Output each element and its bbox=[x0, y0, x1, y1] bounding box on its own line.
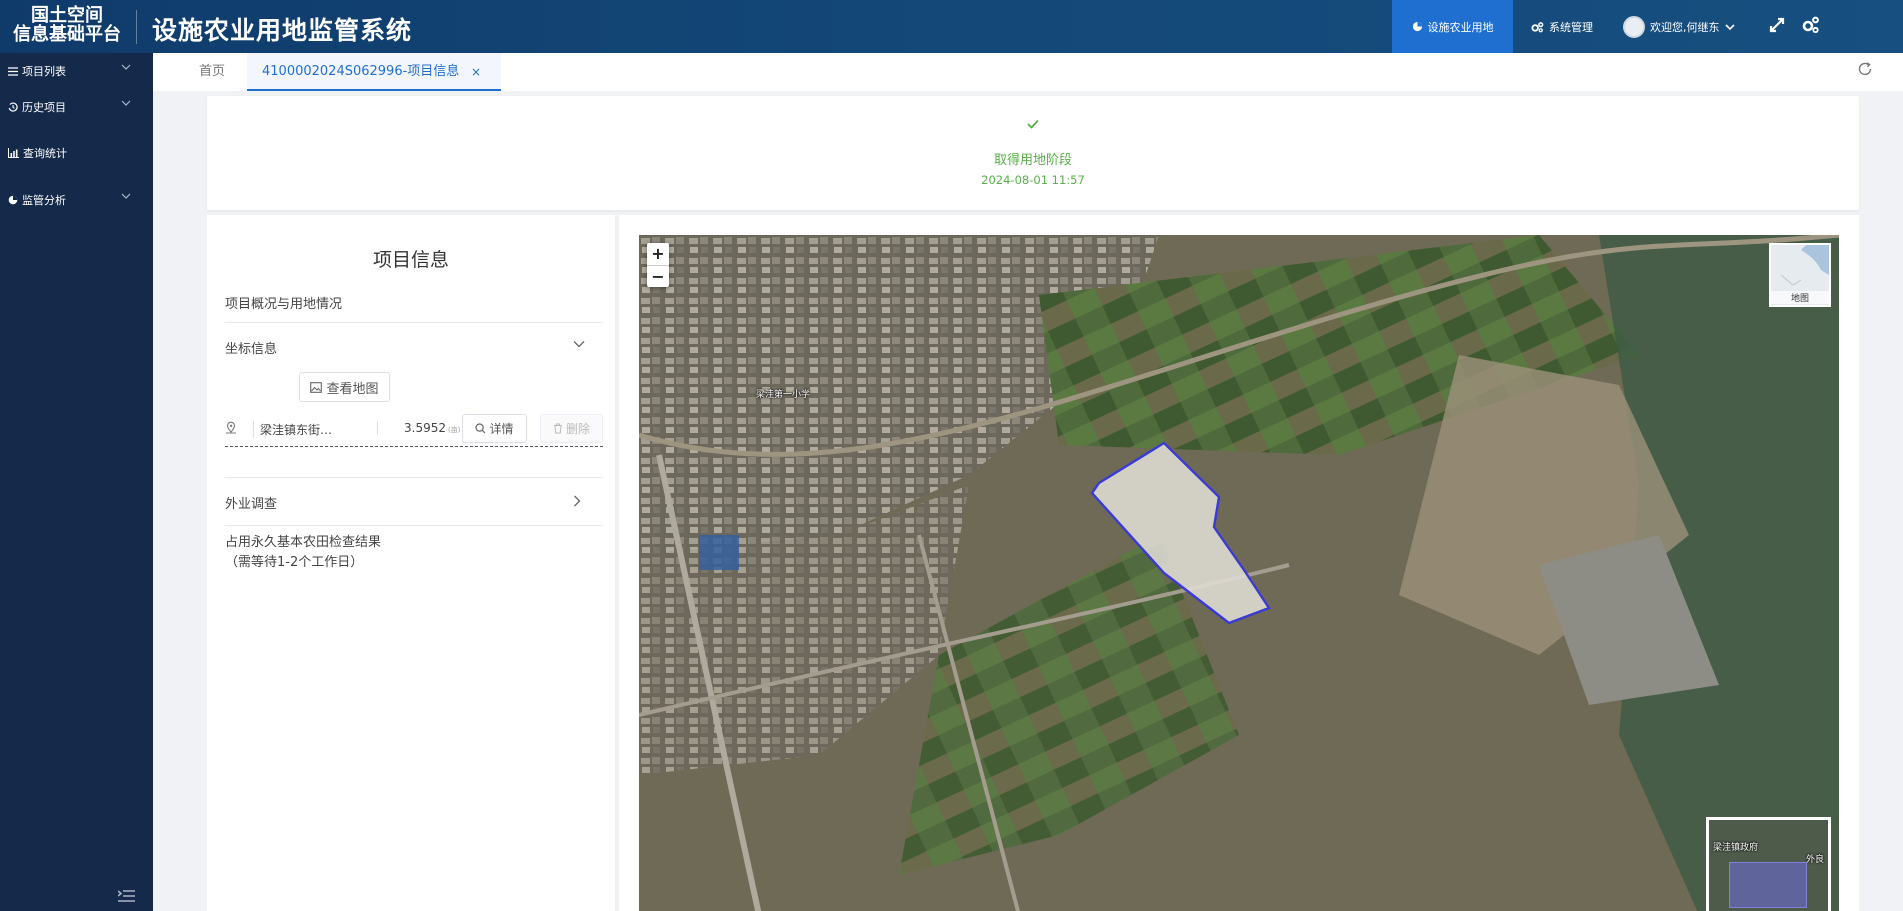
sidebar-item-label: 监管分析 bbox=[22, 194, 66, 207]
avatar bbox=[1623, 15, 1645, 38]
tab-project-info-label: 4100002024S062996-项目信息 bbox=[262, 64, 460, 79]
logo-divider bbox=[136, 10, 137, 44]
fullscreen-icon[interactable] bbox=[1766, 14, 1788, 36]
tab-home[interactable]: 首页 bbox=[199, 53, 225, 91]
detail-label: 详情 bbox=[489, 422, 514, 436]
nav-facility-land-label: 设施农业用地 bbox=[1427, 20, 1494, 34]
platform-logo[interactable]: 国土空间 信息基础平台 bbox=[8, 6, 126, 44]
delete-label: 删除 bbox=[565, 422, 590, 436]
check-result-note: （需等待1-2个工作日） bbox=[225, 555, 364, 570]
layer-switch[interactable]: 地图 bbox=[1769, 243, 1831, 307]
chevron-down-icon bbox=[121, 64, 131, 70]
parcel-name: 梁洼镇东街… bbox=[253, 421, 332, 438]
user-greeting: 欢迎您,何继东 bbox=[1650, 20, 1720, 34]
field-survey-label[interactable]: 外业调查 bbox=[225, 493, 277, 512]
check-icon bbox=[1027, 119, 1039, 129]
chevron-right-icon[interactable] bbox=[573, 495, 581, 507]
settings-icon[interactable] bbox=[1800, 14, 1822, 36]
sidebar-item-history[interactable]: 历史项目 bbox=[0, 92, 153, 122]
farmland-check-result: 占用永久基本农田检查结果 （需等待1-2个工作日） bbox=[225, 533, 381, 573]
close-icon[interactable]: × bbox=[471, 53, 481, 91]
chevron-down-icon bbox=[1724, 23, 1735, 30]
stage-name: 取得用地阶段 bbox=[993, 153, 1072, 168]
refresh-icon[interactable] bbox=[1857, 61, 1873, 77]
image-icon bbox=[310, 381, 323, 393]
list-icon bbox=[8, 66, 18, 76]
top-header: 国土空间 信息基础平台 设施农业用地监管系统 设施农业用地 系统管理 欢迎您,何… bbox=[0, 0, 1903, 53]
sidebar-item-label: 历史项目 bbox=[22, 101, 66, 114]
tab-project-info[interactable]: 4100002024S062996-项目信息 × bbox=[247, 53, 501, 91]
parcel-area-value: 3.5952 bbox=[404, 421, 446, 435]
overview-section-label[interactable]: 项目概况与用地情况 bbox=[225, 293, 342, 312]
chevron-down-icon[interactable] bbox=[573, 340, 585, 348]
trash-icon bbox=[553, 423, 562, 434]
zoom-out-button[interactable]: − bbox=[647, 265, 669, 287]
app-title: 设施农业用地监管系统 bbox=[152, 16, 413, 45]
divider bbox=[225, 525, 603, 526]
map-panel: 梁洼第一小学 + − 地图 梁洼镇政府 外良 bbox=[619, 215, 1859, 911]
divider bbox=[225, 477, 603, 478]
user-menu[interactable]: 欢迎您,何继东 bbox=[1623, 0, 1735, 53]
parcel-area: 3.5952 (亩) bbox=[377, 421, 460, 435]
nav-facility-land[interactable]: 设施农业用地 bbox=[1392, 0, 1513, 53]
gears-icon bbox=[1531, 21, 1544, 32]
sidebar: 项目列表 历史项目 查询统计 监管分析 bbox=[0, 53, 153, 911]
project-info-panel: 项目信息 项目概况与用地情况 坐标信息 查看地图 梁洼镇东街… 3.5952 (亩… bbox=[207, 215, 615, 911]
parcel-row: 梁洼镇东街… 3.5952 (亩) 详情 删除 bbox=[225, 412, 603, 447]
nav-system-management-label: 系统管理 bbox=[1549, 20, 1593, 34]
coordinate-section-label[interactable]: 坐标信息 bbox=[225, 338, 277, 357]
overview-map[interactable]: 梁洼镇政府 外良 bbox=[1706, 817, 1831, 911]
view-map-label: 查看地图 bbox=[326, 381, 379, 397]
history-icon bbox=[8, 102, 18, 112]
map-label-school: 梁洼第一小学 bbox=[756, 390, 811, 400]
sidebar-item-supervision[interactable]: 监管分析 bbox=[0, 185, 153, 215]
sidebar-item-project-list[interactable]: 项目列表 bbox=[0, 56, 153, 86]
nav-system-management[interactable]: 系统管理 bbox=[1531, 0, 1593, 53]
check-result-title: 占用永久基本农田检查结果 bbox=[225, 535, 382, 550]
zoom-control: + − bbox=[647, 243, 669, 287]
chevron-down-icon bbox=[121, 100, 131, 106]
layer-label: 地图 bbox=[1771, 291, 1829, 304]
panel-title: 项目信息 bbox=[372, 249, 449, 271]
sidebar-item-label: 查询统计 bbox=[23, 147, 67, 160]
stage-time: 2024-08-01 11:57 bbox=[981, 173, 1085, 187]
divider bbox=[225, 322, 603, 323]
overview-label-gov: 梁洼镇政府 bbox=[1713, 843, 1759, 853]
collapse-menu-icon[interactable] bbox=[118, 889, 135, 903]
zoom-in-button[interactable]: + bbox=[647, 243, 669, 265]
overview-label-outside: 外良 bbox=[1805, 855, 1824, 865]
detail-button[interactable]: 详情 bbox=[462, 414, 527, 443]
parcel-area-unit: (亩) bbox=[448, 426, 461, 434]
pie-chart-icon bbox=[8, 195, 18, 205]
satellite-imagery bbox=[639, 235, 1839, 911]
view-map-button[interactable]: 查看地图 bbox=[299, 372, 390, 402]
sidebar-item-label: 项目列表 bbox=[22, 65, 66, 78]
bar-chart-icon bbox=[8, 148, 19, 158]
chevron-down-icon bbox=[121, 193, 131, 199]
tab-bar: 首页 4100002024S062996-项目信息 × bbox=[153, 53, 1903, 91]
stage-card: 取得用地阶段 2024-08-01 11:57 bbox=[207, 96, 1859, 210]
logo-line-2: 信息基础平台 bbox=[13, 24, 121, 45]
pie-icon bbox=[1412, 21, 1422, 32]
logo-line-1: 国土空间 bbox=[31, 5, 103, 26]
location-pin-icon bbox=[226, 421, 236, 434]
delete-button[interactable]: 删除 bbox=[540, 414, 603, 443]
satellite-map[interactable]: 梁洼第一小学 + − 地图 梁洼镇政府 外良 bbox=[639, 235, 1839, 911]
overview-viewport[interactable] bbox=[1729, 862, 1807, 908]
sidebar-item-statistics[interactable]: 查询统计 bbox=[0, 138, 153, 168]
search-icon bbox=[475, 423, 486, 434]
